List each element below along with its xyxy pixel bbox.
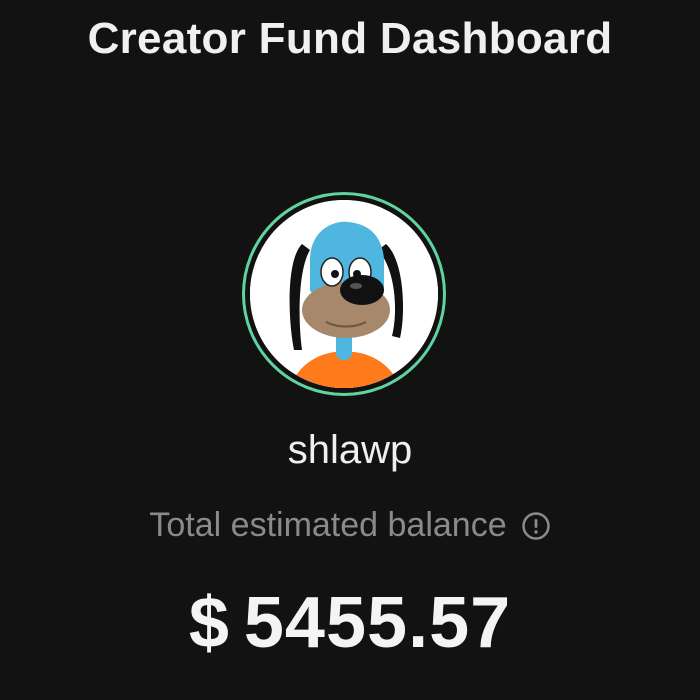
page-title: Creator Fund Dashboard — [87, 14, 613, 63]
avatar-ring[interactable] — [242, 192, 446, 396]
avatar-image — [250, 200, 438, 388]
currency-symbol: $ — [188, 583, 230, 663]
balance-value: 5455.57 — [243, 583, 512, 663]
balance-label-row: Total estimated balance — [0, 506, 700, 545]
username: shlawp — [287, 428, 413, 472]
balance-label: Total estimated balance — [149, 506, 507, 544]
avatar — [250, 200, 438, 388]
balance-amount: $5455.57 — [0, 582, 700, 664]
info-circle-icon[interactable] — [521, 511, 551, 541]
